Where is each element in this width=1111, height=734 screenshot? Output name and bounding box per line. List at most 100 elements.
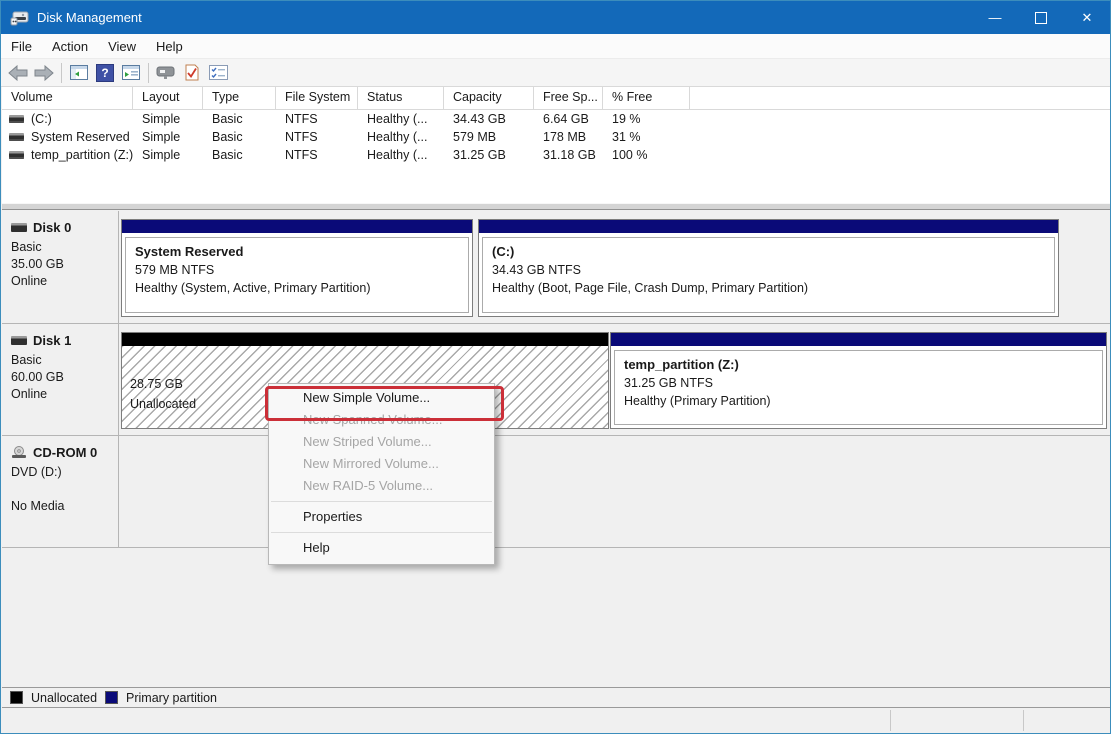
unallocated-band	[122, 333, 608, 346]
cell-free-space: 31.18 GB	[534, 148, 603, 162]
primary-partition-band	[611, 333, 1106, 346]
partition-health: Healthy (Primary Partition)	[624, 392, 1098, 410]
menu-view[interactable]: View	[98, 34, 146, 58]
primary-partition-swatch	[105, 691, 118, 704]
toolbar-separator	[61, 63, 62, 83]
disk1-size: 60.00 GB	[11, 369, 118, 386]
disk0-type: Basic	[11, 239, 118, 256]
cdrom-media-status: No Media	[11, 498, 118, 515]
header-volume[interactable]: Volume	[2, 87, 133, 109]
help-icon[interactable]: ?	[93, 62, 117, 84]
cell-capacity: 31.25 GB	[444, 148, 534, 162]
disk0-label-panel[interactable]: Disk 0 Basic 35.00 GB Online	[2, 211, 119, 323]
minimize-button[interactable]: —	[972, 1, 1018, 34]
volume-row-temp-partition[interactable]: temp_partition (Z:) Simple Basic NTFS He…	[2, 146, 1111, 164]
maximize-button[interactable]	[1018, 1, 1064, 34]
header-free-space[interactable]: Free Sp...	[534, 87, 603, 109]
disk-management-app-icon	[10, 10, 30, 26]
disk1-label-panel[interactable]: Disk 1 Basic 60.00 GB Online	[2, 324, 119, 435]
cell-type: Basic	[203, 130, 276, 144]
volume-name: temp_partition (Z:)	[31, 148, 133, 162]
toolbar: ?	[1, 59, 1110, 87]
status-bar	[2, 708, 1111, 733]
checklist-icon[interactable]	[206, 62, 230, 84]
title-bar: Disk Management — ✕	[1, 1, 1110, 34]
menu-bar: File Action View Help	[1, 34, 1110, 59]
disk-icon	[11, 223, 27, 232]
legend-primary-label: Primary partition	[126, 691, 217, 705]
cell-layout: Simple	[133, 148, 203, 162]
unallocated-swatch	[10, 691, 23, 704]
disk1-status: Online	[11, 386, 118, 403]
menu-item-new-mirrored-volume: New Mirrored Volume...	[269, 453, 494, 475]
partition-name: System Reserved	[135, 243, 464, 261]
header-type[interactable]: Type	[203, 87, 276, 109]
menu-file[interactable]: File	[1, 34, 42, 58]
header-capacity[interactable]: Capacity	[444, 87, 534, 109]
volume-icon	[9, 133, 24, 141]
volume-name: (C:)	[31, 112, 52, 126]
statusbar-separator	[1023, 710, 1024, 731]
partition-c[interactable]: (C:) 34.43 GB NTFS Healthy (Boot, Page F…	[478, 219, 1059, 317]
cell-file-system: NTFS	[276, 148, 358, 162]
volume-list-header: Volume Layout Type File System Status Ca…	[2, 87, 1111, 110]
legend-unallocated-label: Unallocated	[31, 691, 97, 705]
partition-health: Healthy (Boot, Page File, Crash Dump, Pr…	[492, 279, 1050, 297]
partition-temp[interactable]: temp_partition (Z:) 31.25 GB NTFS Health…	[610, 332, 1107, 429]
cdrom-drive-letter: DVD (D:)	[11, 464, 118, 481]
menu-item-new-spanned-volume: New Spanned Volume...	[269, 409, 494, 431]
header-pct-free[interactable]: % Free	[603, 87, 690, 109]
cdrom-row: CD-ROM 0 DVD (D:) No Media	[2, 436, 1111, 548]
volume-icon	[9, 151, 24, 159]
console-tree-icon[interactable]	[67, 62, 91, 84]
partition-size: 31.25 GB NTFS	[624, 374, 1098, 392]
header-status[interactable]: Status	[358, 87, 444, 109]
cell-type: Basic	[203, 148, 276, 162]
disk1-type: Basic	[11, 352, 118, 369]
volume-row-system-reserved[interactable]: System Reserved Simple Basic NTFS Health…	[2, 128, 1111, 146]
context-menu: New Simple Volume... New Spanned Volume.…	[268, 383, 495, 565]
cell-free-space: 6.64 GB	[534, 112, 603, 126]
forward-icon[interactable]	[32, 62, 56, 84]
check-document-icon[interactable]	[180, 62, 204, 84]
cell-layout: Simple	[133, 112, 203, 126]
partition-size: 579 MB NTFS	[135, 261, 464, 279]
popup-view-icon[interactable]	[154, 62, 178, 84]
partition-name: (C:)	[492, 243, 1050, 261]
partition-size: 34.43 GB NTFS	[492, 261, 1050, 279]
volume-row-c[interactable]: (C:) Simple Basic NTFS Healthy (... 34.4…	[2, 110, 1111, 128]
volume-list-panel: Volume Layout Type File System Status Ca…	[2, 86, 1111, 204]
close-button[interactable]: ✕	[1064, 1, 1110, 34]
menu-item-help[interactable]: Help	[269, 537, 494, 559]
partition-system-reserved[interactable]: System Reserved 579 MB NTFS Healthy (Sys…	[121, 219, 473, 317]
toolbar-separator	[148, 63, 149, 83]
show-action-pane-icon[interactable]	[119, 62, 143, 84]
cell-status: Healthy (...	[358, 130, 444, 144]
cdrom-label-panel[interactable]: CD-ROM 0 DVD (D:) No Media	[2, 436, 119, 547]
cell-status: Healthy (...	[358, 148, 444, 162]
menu-item-new-striped-volume: New Striped Volume...	[269, 431, 494, 453]
cell-pct-free: 19 %	[603, 112, 690, 126]
menu-item-new-raid5-volume: New RAID-5 Volume...	[269, 475, 494, 497]
cell-status: Healthy (...	[358, 112, 444, 126]
menu-item-new-simple-volume[interactable]: New Simple Volume...	[269, 387, 494, 409]
disk-icon	[11, 336, 27, 345]
cell-free-space: 178 MB	[534, 130, 603, 144]
cell-layout: Simple	[133, 130, 203, 144]
volume-icon	[9, 115, 24, 123]
header-layout[interactable]: Layout	[133, 87, 203, 109]
menu-help[interactable]: Help	[146, 34, 193, 58]
primary-partition-band	[122, 220, 472, 233]
cell-file-system: NTFS	[276, 130, 358, 144]
menu-item-properties[interactable]: Properties	[269, 506, 494, 528]
disk0-name: Disk 0	[33, 220, 71, 235]
header-file-system[interactable]: File System	[276, 87, 358, 109]
panel-splitter[interactable]	[2, 203, 1111, 210]
disk0-size: 35.00 GB	[11, 256, 118, 273]
menu-separator	[271, 501, 492, 502]
disk1-row: Disk 1 Basic 60.00 GB Online 28.75 GB Un…	[2, 324, 1111, 436]
disk-management-window: Disk Management — ✕ File Action View Hel…	[0, 0, 1111, 734]
menu-action[interactable]: Action	[42, 34, 98, 58]
disk0-row: Disk 0 Basic 35.00 GB Online System Rese…	[2, 211, 1111, 324]
back-icon[interactable]	[6, 62, 30, 84]
